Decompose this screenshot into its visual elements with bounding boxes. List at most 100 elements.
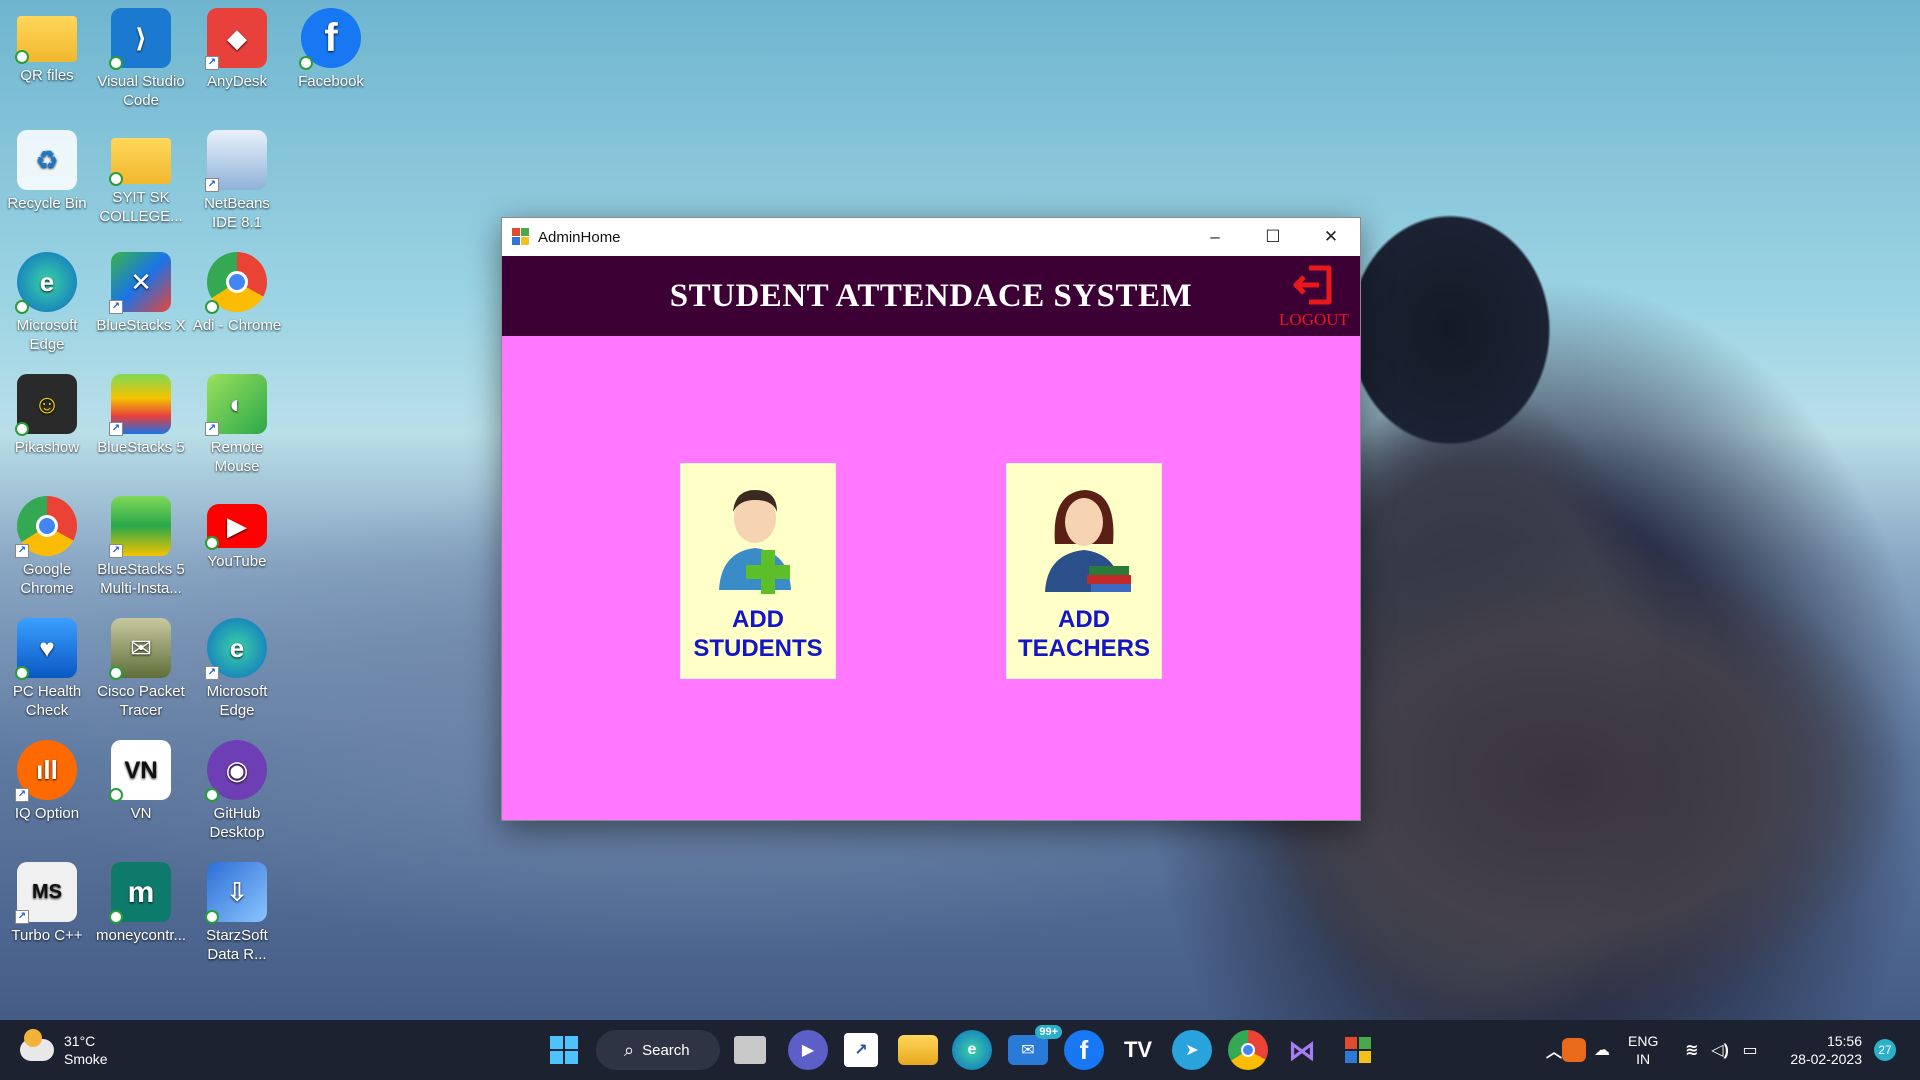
window-titlebar[interactable]: AdminHome – ☐ ✕ <box>502 218 1360 256</box>
add-students-label-line2: STUDENTS <box>693 635 823 662</box>
visual-studio-icon[interactable]: ⋈ <box>1282 1030 1322 1070</box>
language-indicator[interactable]: ENG IN <box>1628 1032 1658 1068</box>
window-title: AdminHome <box>538 228 621 246</box>
desktop-icon-label: StarzSoft Data R... <box>206 927 268 963</box>
desktop-icon-label: Microsoft Edge <box>16 317 78 353</box>
desktop-icon-starzsoft[interactable]: ⇩ StarzSoft Data R... <box>192 862 282 964</box>
desktop-icon-bluestacks-5[interactable]: ↗ BlueStacks 5 <box>96 374 186 457</box>
desktop-icon-pikashow[interactable]: ☺ Pikashow <box>2 374 92 457</box>
windows-icon <box>550 1036 578 1064</box>
battery-icon[interactable]: ▭ <box>1736 1030 1764 1070</box>
teacher-icon <box>1041 482 1135 594</box>
desktop-icon-youtube[interactable]: ▶ YouTube <box>192 496 282 571</box>
file-explorer-icon[interactable] <box>898 1035 938 1065</box>
add-teachers-label: ADD TEACHERS <box>1007 605 1161 663</box>
desktop-icon-label: NetBeans IDE 8.1 <box>204 195 270 231</box>
facebook-taskbar-icon[interactable]: f <box>1064 1030 1104 1070</box>
wifi-icon[interactable]: ≋ <box>1680 1030 1704 1070</box>
desktop-icon-github[interactable]: ◉ GitHub Desktop <box>192 740 282 842</box>
bluestacks-multi-icon: ↗ <box>109 496 171 558</box>
desktop-icon-pc-health[interactable]: ♥ PC Health Check <box>2 618 92 720</box>
netbeans-icon: ↗ <box>205 130 267 192</box>
task-view-icon[interactable] <box>734 1036 766 1064</box>
stocks-app-icon[interactable]: ↗ <box>844 1033 878 1067</box>
desktop-icon-facebook[interactable]: f Facebook <box>286 8 376 91</box>
add-students-label: ADD STUDENTS <box>681 605 835 663</box>
notification-badge[interactable]: 27 <box>1874 1039 1896 1061</box>
desktop-icon-label: Pikashow <box>14 439 80 456</box>
iq-option-icon: ıll ↗ <box>15 740 77 802</box>
clock-time: 15:56 <box>1826 1033 1862 1049</box>
search-label: Search <box>642 1041 690 1059</box>
cloud-icon <box>20 1029 54 1061</box>
desktop-icon-label: Recycle Bin <box>7 195 87 212</box>
starzsoft-icon: ⇩ <box>205 862 267 924</box>
weather-temp: 31°C <box>64 1033 96 1049</box>
add-teachers-button[interactable]: ADD TEACHERS <box>1006 463 1162 679</box>
desktop-icon-bluestacks-multi[interactable]: ↗ BlueStacks 5 Multi-Insta... <box>96 496 186 598</box>
desktop-icon-moneycontrol[interactable]: m moneycontr... <box>96 862 186 945</box>
desktop-icon-netbeans[interactable]: ↗ NetBeans IDE 8.1 <box>192 130 282 232</box>
vn-icon: VN <box>109 740 171 802</box>
desktop-icon-cisco[interactable]: ✉ Cisco Packet Tracer <box>96 618 186 720</box>
desktop-icon-iq-option[interactable]: ıll ↗ IQ Option <box>2 740 92 823</box>
search-icon: ⌕ <box>624 1039 635 1060</box>
desktop-icon-label: BlueStacks 5 Multi-Insta... <box>97 561 185 597</box>
desktop-icon-adi-chrome[interactable]: Adi - Chrome <box>192 252 282 335</box>
youtube-icon: ▶ <box>205 504 267 550</box>
clock[interactable]: 15:56 28-02-2023 <box>1778 1032 1862 1068</box>
student-add-icon <box>715 482 805 594</box>
weather-desc: Smoke <box>64 1051 108 1067</box>
start-button[interactable] <box>544 1030 584 1070</box>
desktop-icon-label: Visual Studio Code <box>97 73 185 109</box>
desktop-icon-label: BlueStacks X <box>96 317 186 334</box>
anydesk-icon: ◆ ↗ <box>205 8 267 70</box>
desktop-icon-bluestacks-x[interactable]: ✕ ↗ BlueStacks X <box>96 252 186 335</box>
desktop-icon-remote-mouse[interactable]: ◐ ↗ Remote Mouse <box>192 374 282 476</box>
desktop-icon-vn[interactable]: VN VN <box>96 740 186 823</box>
adminhome-taskbar-icon[interactable] <box>1338 1030 1378 1070</box>
bluestacks-x-icon: ✕ ↗ <box>109 252 171 314</box>
desktop-icon-label: Google Chrome <box>20 561 74 597</box>
minimize-button[interactable]: – <box>1186 218 1244 256</box>
desktop-icon-label: Turbo C++ <box>11 927 83 944</box>
onedrive-icon[interactable]: ☁ <box>1590 1038 1614 1062</box>
logout-button[interactable]: LOGOUT <box>1274 262 1354 330</box>
chrome-icon: ↗ <box>15 496 77 558</box>
teams-chat-icon[interactable]: ▶ <box>788 1030 828 1070</box>
add-teachers-label-line1: ADD <box>1058 606 1110 633</box>
desktop-icon-anydesk[interactable]: ◆ ↗ AnyDesk <box>192 8 282 91</box>
desktop-icon-turbo-c[interactable]: MS ↗ Turbo C++ <box>2 862 92 945</box>
language-line2: IN <box>1636 1051 1651 1067</box>
desktop-icon-label: GitHub Desktop <box>209 805 265 841</box>
folder-icon <box>15 16 77 64</box>
desktop-icon-edge[interactable]: e Microsoft Edge <box>2 252 92 354</box>
volume-icon[interactable]: ◁) <box>1708 1030 1732 1070</box>
close-button[interactable]: ✕ <box>1302 218 1360 256</box>
taskbar-search[interactable]: ⌕ Search <box>596 1030 720 1070</box>
maximize-button[interactable]: ☐ <box>1244 218 1302 256</box>
desktop-icon-google-chrome[interactable]: ↗ Google Chrome <box>2 496 92 598</box>
page-title: STUDENT ATTENDACE SYSTEM <box>669 277 1193 314</box>
app-header: STUDENT ATTENDACE SYSTEM LOGOUT <box>502 256 1360 336</box>
edge-taskbar-icon[interactable]: e <box>952 1030 992 1070</box>
chrome-taskbar-icon[interactable] <box>1228 1030 1268 1070</box>
desktop-icon-label: QR files <box>20 67 74 84</box>
mail-icon[interactable]: ✉ 99+ <box>1008 1025 1062 1065</box>
tradingview-icon[interactable]: TV <box>1118 1030 1158 1070</box>
desktop-icon-qr-files[interactable]: QR files <box>2 8 92 85</box>
add-students-button[interactable]: ADD STUDENTS <box>680 463 836 679</box>
tray-app-icon[interactable] <box>1562 1038 1586 1062</box>
desktop-icon-vscode[interactable]: ⟩ Visual Studio Code <box>96 8 186 110</box>
desktop-icon-recycle-bin[interactable]: ♻ Recycle Bin <box>2 130 92 213</box>
desktop-icon-label: Facebook <box>298 73 364 90</box>
add-teachers-label-line2: TEACHERS <box>1017 635 1150 662</box>
recycle-bin-icon: ♻ <box>17 130 77 190</box>
folder-icon <box>109 138 171 186</box>
telegram-icon[interactable]: ➤ <box>1172 1030 1212 1070</box>
desktop-icon-label: Cisco Packet Tracer <box>97 683 185 719</box>
desktop-icon-edge-2[interactable]: e ↗ Microsoft Edge <box>192 618 282 720</box>
weather-widget[interactable]: 31°C Smoke <box>20 1028 108 1072</box>
desktop-icon-syit-folder[interactable]: SYIT SK COLLEGE... <box>96 130 186 226</box>
desktop-icon-label: Adi - Chrome <box>192 317 282 334</box>
